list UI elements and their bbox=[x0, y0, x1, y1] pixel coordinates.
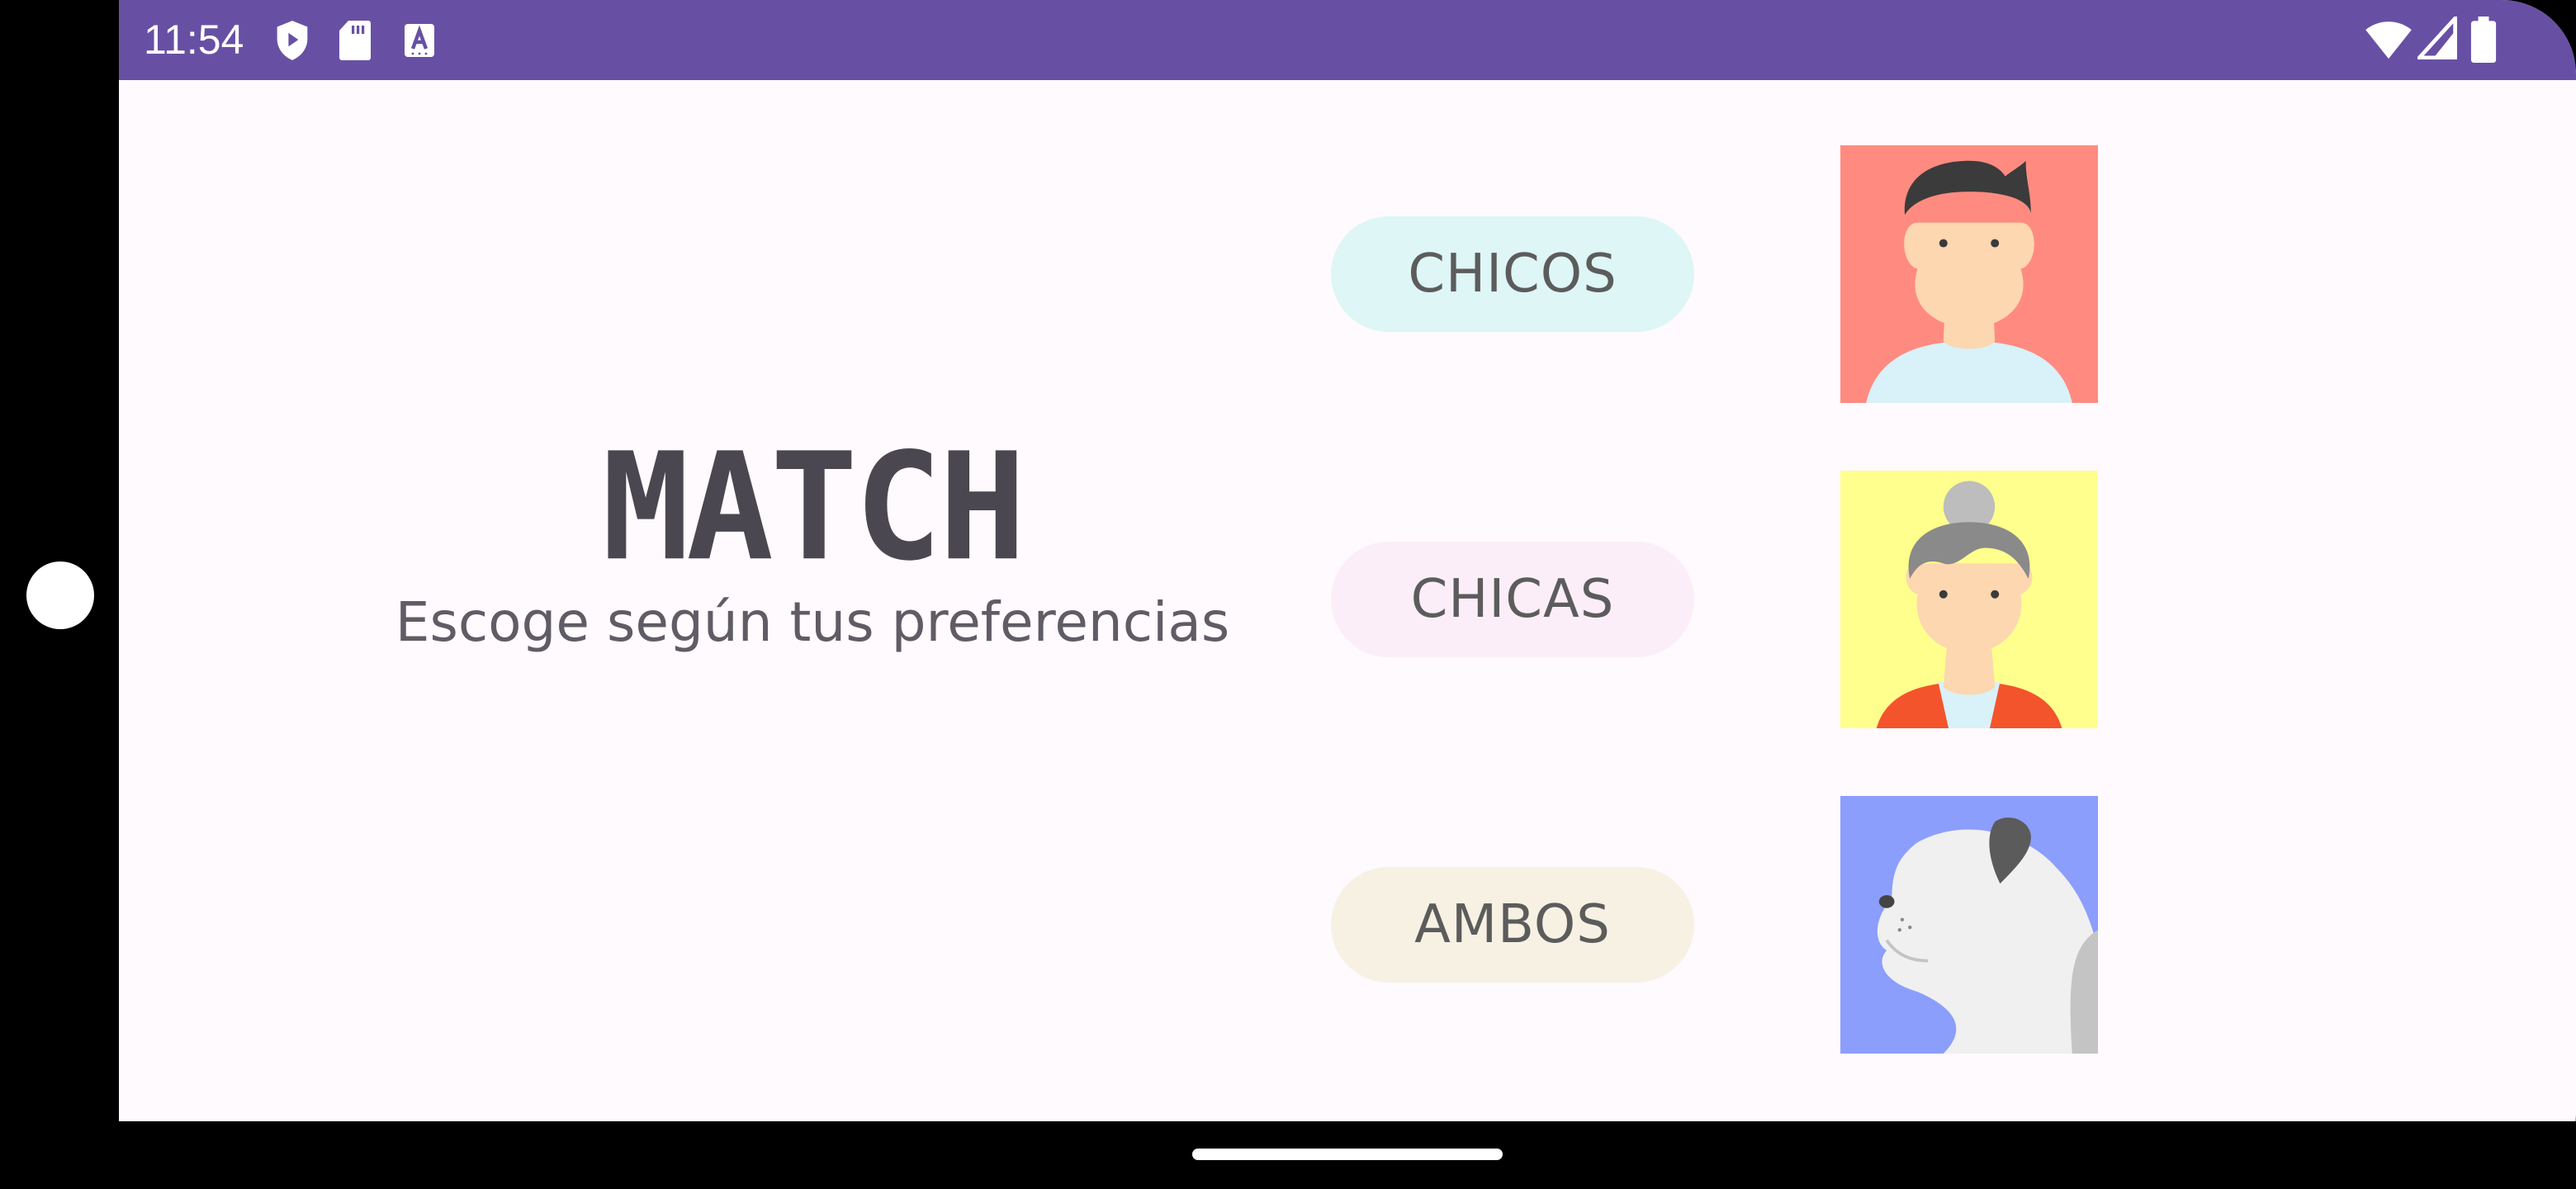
boy-avatar-image[interactable] bbox=[1840, 145, 2099, 403]
front-camera bbox=[26, 561, 94, 629]
wifi-icon bbox=[2365, 21, 2412, 59]
chicas-button[interactable]: CHICAS bbox=[1331, 542, 1694, 657]
battery-icon bbox=[2470, 17, 2497, 63]
app-screen: 11:54 MATCH Escoge según tus preferencia… bbox=[119, 0, 2576, 1121]
chicos-button[interactable]: CHICOS bbox=[1331, 216, 1694, 332]
font-a-icon bbox=[405, 24, 434, 57]
app-title: MATCH bbox=[602, 420, 1026, 594]
status-time: 11:54 bbox=[144, 17, 244, 63]
sd-card-icon bbox=[339, 21, 371, 60]
ambos-button[interactable]: AMBOS bbox=[1331, 867, 1694, 983]
status-bar: 11:54 bbox=[119, 0, 2576, 80]
girl-avatar-illustration bbox=[1840, 471, 2098, 728]
shield-play-icon bbox=[277, 21, 308, 60]
boy-avatar-illustration bbox=[1840, 145, 2098, 403]
girl-avatar-image[interactable] bbox=[1840, 471, 2099, 728]
cell-signal-icon bbox=[2417, 17, 2457, 59]
device-frame: 11:54 MATCH Escoge según tus preferencia… bbox=[0, 0, 2576, 1189]
header-block: MATCH Escoge según tus preferencias bbox=[284, 420, 1341, 664]
dog-avatar-image[interactable] bbox=[1840, 796, 2099, 1054]
dog-avatar-illustration bbox=[1840, 796, 2098, 1054]
gesture-nav-handle[interactable] bbox=[1192, 1149, 1503, 1160]
